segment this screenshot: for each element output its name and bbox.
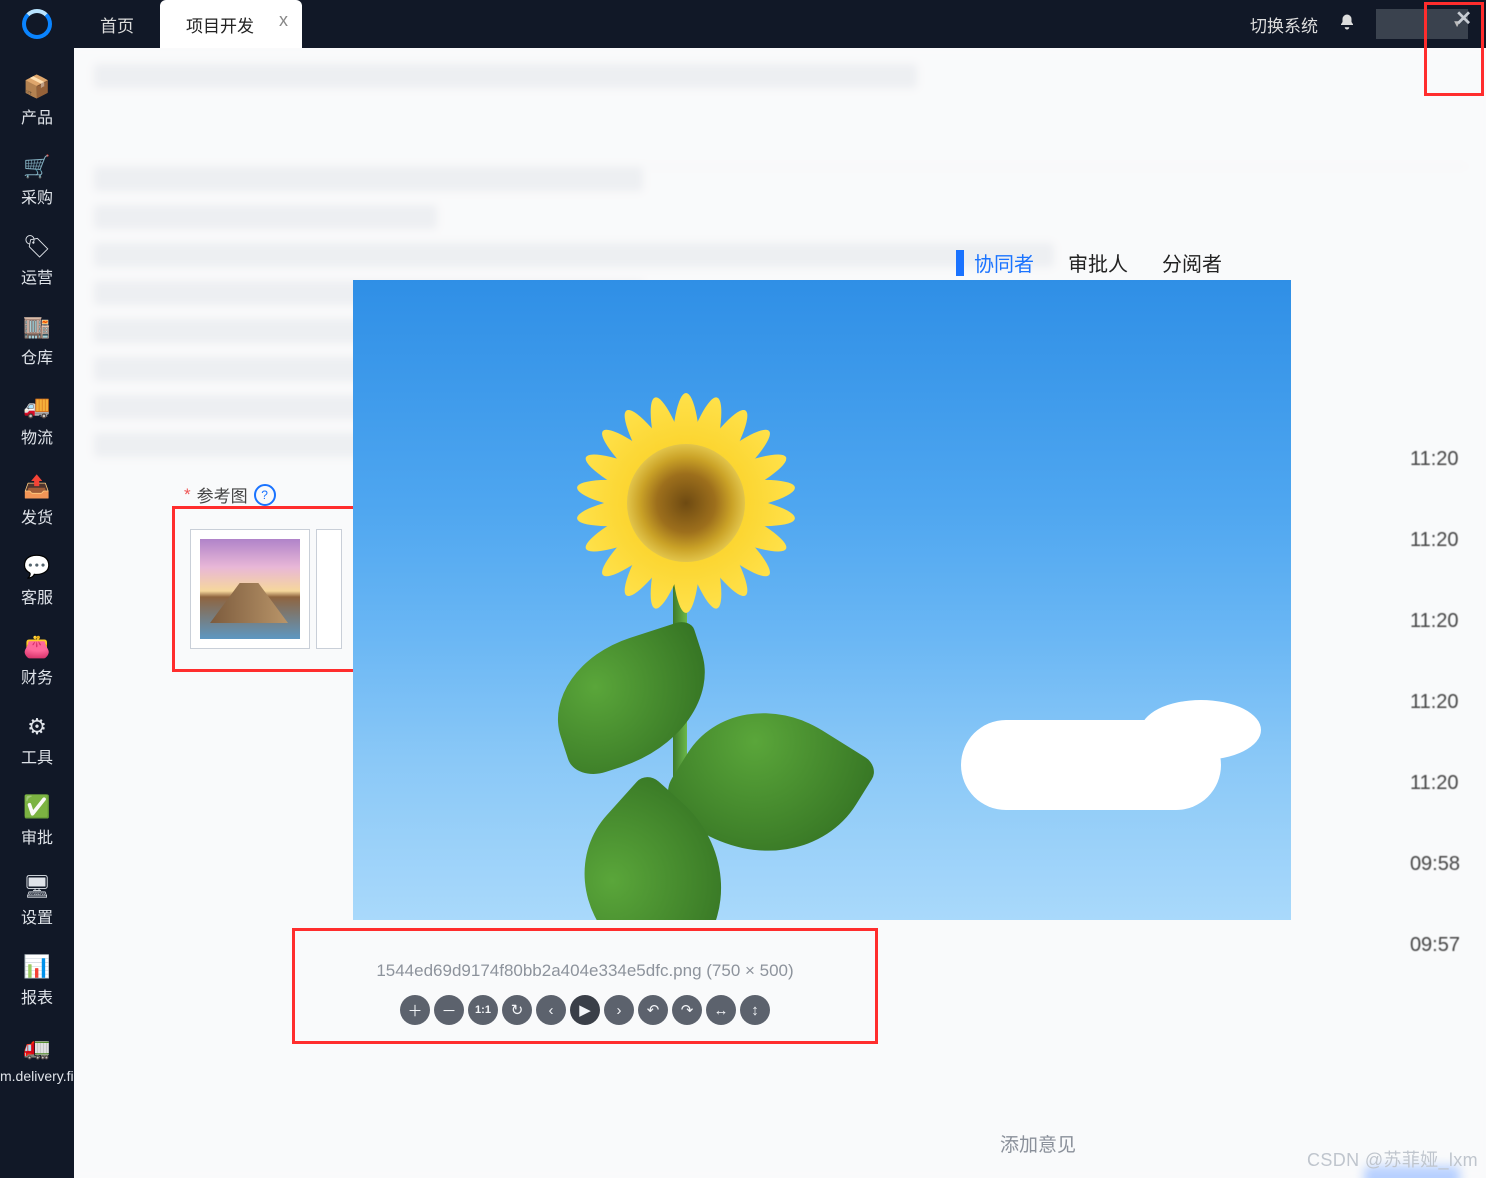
sidebar-item-label: 产品 <box>21 110 53 127</box>
sidebar-item-service[interactable]: 💬 客服 <box>0 542 74 622</box>
gear-icon: ⚙ <box>0 714 74 740</box>
app-logo[interactable] <box>0 9 74 39</box>
thumbnail-1[interactable] <box>190 529 310 649</box>
chat-icon: 💬 <box>0 554 74 580</box>
reference-label-row: * 参考图 ? <box>184 482 276 507</box>
truck-icon: 🚛 <box>0 1034 74 1063</box>
timestamp: 09:57 <box>1410 934 1460 957</box>
tab-approver[interactable]: 审批人 <box>1068 248 1128 277</box>
activity-timestamps: 11:20 11:20 11:20 11:20 11:20 09:58 09:5… <box>1410 448 1460 957</box>
tab-collaborator[interactable]: 协同者 <box>974 248 1034 277</box>
outbox-icon: 📤 <box>0 474 74 500</box>
truck-icon: 🚚 <box>0 394 74 420</box>
box-icon: 📦 <box>0 74 74 100</box>
sidebar-item-label: 工具 <box>21 750 53 767</box>
tab-label: 项目开发 <box>186 12 254 37</box>
sidebar-item-label: 仓库 <box>21 350 53 367</box>
thumbnail-image <box>200 539 300 639</box>
wallet-icon: 👛 <box>0 634 74 660</box>
sidebar-item-final-logistics[interactable]: 🚛 m.delivery.finalLogistics <box>0 1022 74 1099</box>
sidebar-item-settings[interactable]: 🖥 设置 <box>0 862 74 942</box>
tab-project-dev[interactable]: 项目开发 x <box>160 0 302 48</box>
active-tab-indicator <box>956 250 964 276</box>
timestamp: 11:20 <box>1410 529 1460 552</box>
tag-icon: 🏷 <box>0 234 74 260</box>
watermark: CSDN @苏菲娅_lxm <box>1307 1146 1478 1172</box>
image-viewer <box>353 280 1291 1160</box>
thumbnail-row <box>172 506 360 672</box>
close-icon[interactable]: x <box>279 10 288 31</box>
sidebar-item-approve[interactable]: ✅ 审批 <box>0 782 74 862</box>
sidebar-item-label: 设置 <box>21 910 53 927</box>
reference-label: 参考图 <box>197 482 248 507</box>
timestamp: 11:20 <box>1410 691 1460 714</box>
sidebar-item-label: 报表 <box>21 990 53 1007</box>
main-panel: 协同者 审批人 分阅者 * 参考图 ? 11:20 11:20 11:20 11… <box>74 48 1486 1178</box>
check-icon: ✅ <box>0 794 74 820</box>
highlight-close-box <box>1424 2 1484 96</box>
sidebar-item-label: 物流 <box>21 430 53 447</box>
sidebar-item-label: 发货 <box>21 510 53 527</box>
cart-icon: 🛒 <box>0 154 74 180</box>
tab-reader[interactable]: 分阅者 <box>1162 248 1222 277</box>
sidebar: 📦产品 🛒采购 🏷运营 🏬仓库 🚚物流 📤发货 💬客服 👛财务 ⚙工具 ✅审批 … <box>0 48 74 1178</box>
sidebar-item-logistics[interactable]: 🚚 物流 <box>0 382 74 462</box>
viewer-image[interactable] <box>353 280 1291 920</box>
monitor-icon: 🖥 <box>0 874 74 900</box>
sidebar-item-tools[interactable]: ⚙ 工具 <box>0 702 74 782</box>
timestamp: 11:20 <box>1410 448 1460 471</box>
sidebar-item-label: m.delivery.finalLogistics <box>0 1068 74 1084</box>
timestamp: 11:20 <box>1410 610 1460 633</box>
switch-system-link[interactable]: 切换系统 <box>1250 12 1318 37</box>
sidebar-item-ship[interactable]: 📤 发货 <box>0 462 74 542</box>
timestamp: 09:58 <box>1410 853 1460 876</box>
collaborator-tabs: 协同者 审批人 分阅者 <box>974 248 1222 277</box>
sidebar-item-product[interactable]: 📦 产品 <box>0 62 74 142</box>
sidebar-item-label: 财务 <box>21 670 53 687</box>
sidebar-item-operate[interactable]: 🏷 运营 <box>0 222 74 302</box>
sidebar-item-report[interactable]: 📊 报表 <box>0 942 74 1022</box>
sidebar-item-purchase[interactable]: 🛒 采购 <box>0 142 74 222</box>
sidebar-item-finance[interactable]: 👛 财务 <box>0 622 74 702</box>
warehouse-icon: 🏬 <box>0 314 74 340</box>
tab-home[interactable]: 首页 <box>74 0 160 48</box>
sidebar-item-label: 运营 <box>21 270 53 287</box>
chart-icon: 📊 <box>0 954 74 980</box>
viewer-close-icon[interactable]: ✕ <box>1455 6 1472 31</box>
topbar: 首页 项目开发 x 切换系统 ▼ <box>0 0 1486 48</box>
sidebar-item-label: 审批 <box>21 830 53 847</box>
sidebar-item-label: 客服 <box>21 590 53 607</box>
bell-icon[interactable] <box>1338 13 1356 36</box>
help-icon[interactable]: ? <box>254 484 276 506</box>
timestamp: 11:20 <box>1410 772 1460 795</box>
sidebar-item-label: 采购 <box>21 190 53 207</box>
sidebar-item-warehouse[interactable]: 🏬 仓库 <box>0 302 74 382</box>
thumbnail-2-empty[interactable] <box>316 529 342 649</box>
